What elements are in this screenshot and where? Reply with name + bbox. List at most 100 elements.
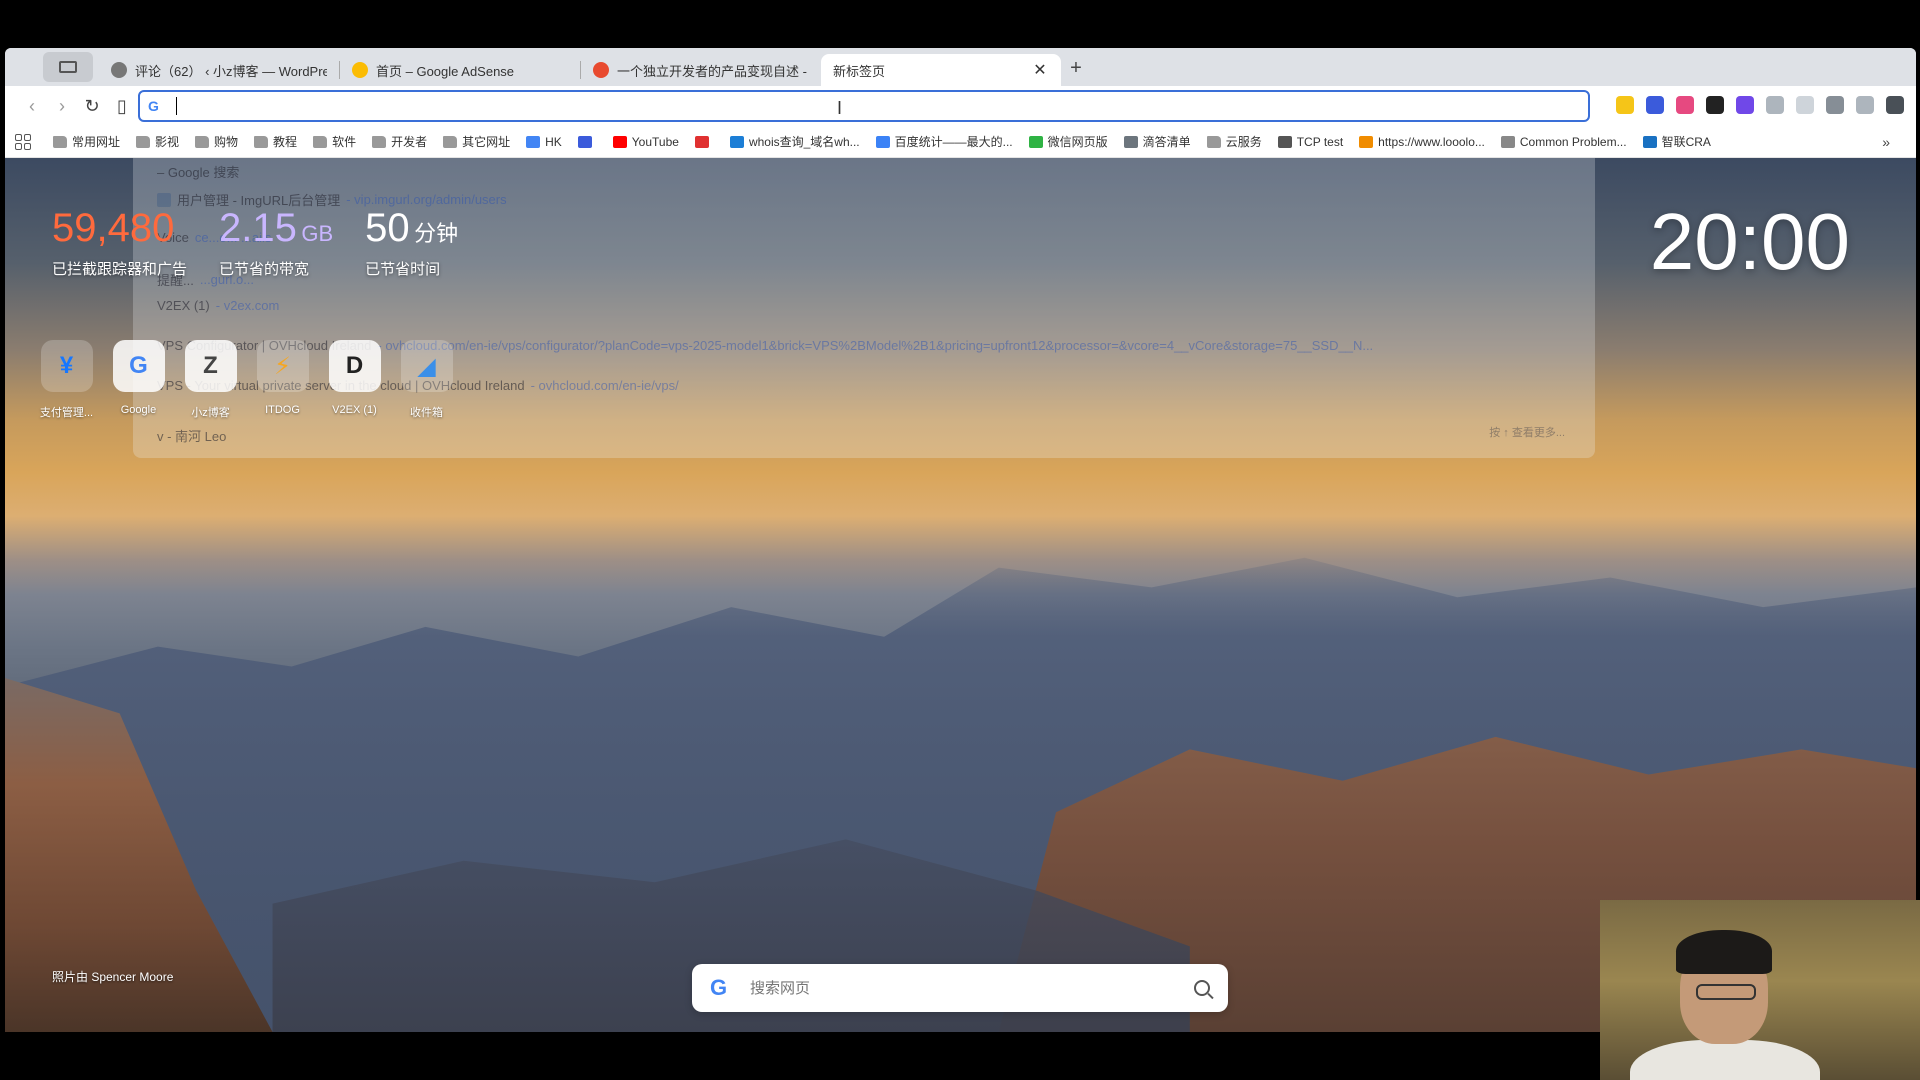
incognito-extension-icon[interactable] [1706,96,1724,114]
close-icon[interactable]: ✕ [1031,60,1049,80]
tab-title: 一个独立开发者的产品变现自述 - X [617,63,809,79]
star-sparkle-icon[interactable] [1856,96,1874,114]
shortcut-tiles: ¥ 支付管理... G Google Z 小z博客 ⚡ ITDOG D V2EX… [40,340,453,420]
v2ex-icon: D [328,340,381,392]
bookmark-item[interactable]: YouTube [612,133,679,150]
stat-label: 已拦截跟踪器和广告 [52,261,188,278]
bookmark-label: 软件 [332,135,357,149]
pdf-extension-icon[interactable] [1676,96,1694,114]
tab-strip: 评论（62） ‹ 小z博客 — WordPress 首页 – Google Ad… [5,48,1916,86]
sidebar-icon[interactable] [1826,96,1844,114]
bookmark-label: 教程 [273,135,298,149]
folder-icon [136,135,151,148]
google-icon: G [148,98,159,114]
bookmark-label: 其它网址 [462,135,511,149]
bookmark-item[interactable]: 教程 [254,133,297,150]
new-tab-button[interactable]: + [1061,57,1091,80]
bookmark-item[interactable] [694,133,714,150]
photo-credit[interactable]: 照片由 Spencer Moore [52,968,173,985]
bookmark-item[interactable]: 云服务 [1206,133,1262,150]
bookmark-label: 常用网址 [72,135,121,149]
bookmark-label: 微信网页版 [1047,135,1108,149]
shortcut-alipay[interactable]: ¥ 支付管理... [40,340,93,420]
bookmark-item[interactable]: whois查询_域名wh... [729,133,860,150]
search-box[interactable]: G [692,964,1228,1012]
wordpress-icon [111,62,127,78]
bookmarks-overflow-icon[interactable]: » [1882,134,1890,150]
tab-title: 首页 – Google AdSense [376,63,515,79]
apps-grid-icon[interactable] [15,133,31,150]
bookmark-item[interactable]: https://www.looolo... [1359,133,1485,150]
bookmark-item[interactable]: 百度统计——最大的... [875,133,1013,150]
clock: 20:00 [1649,197,1850,286]
stat-trackers-blocked: 59,480 已拦截跟踪器和广告 [52,208,187,279]
reload-button[interactable]: ↻ [77,96,107,117]
tab-x-post[interactable]: 一个独立开发者的产品变现自述 - X [581,54,821,86]
bookmark-button[interactable]: ▯ [107,96,137,117]
toolbar: ‹ › ↻ ▯ G [5,86,1916,126]
bookmark-item[interactable]: 智联CRA [1642,133,1711,150]
shortcut-itdog[interactable]: ⚡ ITDOG [256,340,309,420]
bookmark-item[interactable]: 常用网址 [53,133,120,150]
site-icon [593,62,609,78]
site-icon [1028,135,1043,148]
bookmark-item[interactable]: 购物 [195,133,238,150]
tab-search-icon[interactable] [1796,96,1814,114]
webcam-person-hair [1676,930,1772,974]
shortcut-google[interactable]: G Google [112,340,165,420]
suggestion-row[interactable]: 用户管理 - ImgURL后台管理 - vip.imgurl.org/admin/… [157,190,507,209]
webcam-person-body [1630,1040,1820,1080]
ai-extension-icon[interactable] [1736,96,1754,114]
stat-unit: GB [301,221,334,246]
z-blog-icon: Z [184,340,237,392]
shortcut-blog[interactable]: Z 小z博客 [184,340,237,420]
stat-time-saved: 50 分钟 已节省时间 [365,208,458,279]
bookmark-extension-icon[interactable] [1616,96,1634,114]
folder-icon [443,135,458,148]
shortcut-inbox[interactable]: ◢ 收件箱 [400,340,453,420]
tab-title: 新标签页 [833,63,886,79]
bookmark-label: 购物 [214,135,239,149]
bookmark-label: 开发者 [391,135,428,149]
puzzle-icon[interactable] [1766,96,1784,114]
suggestion-row[interactable]: V2EX (1) - v2ex.com [157,298,279,313]
forward-button[interactable]: › [47,96,77,117]
bookmark-label: HK [545,134,562,149]
folder-icon [254,135,269,148]
tab-adsense[interactable]: 首页 – Google AdSense [340,54,580,86]
tab-overview-button[interactable] [43,52,93,82]
stat-value: 50 [365,206,410,250]
tab-title: 评论（62） ‹ 小z博客 — WordPress [135,63,327,79]
suggestion-row[interactable]: v - 南河 Leo [157,426,232,445]
shortcut-label: V2EX (1) [332,404,377,416]
bookmark-item[interactable]: 开发者 [372,133,427,150]
bookmark-item[interactable]: 微信网页版 [1028,133,1108,150]
folder-icon [53,135,67,148]
address-bar[interactable]: G [138,90,1590,122]
bookmark-item[interactable]: Common Problem... [1500,133,1627,150]
extension-icons [1616,96,1904,114]
bookmark-item[interactable] [577,133,597,150]
tab-new-tab[interactable]: 新标签页 ✕ [821,54,1061,86]
back-button[interactable]: ‹ [17,96,47,117]
search-icon[interactable] [1194,980,1210,996]
menu-icon[interactable] [1886,96,1904,114]
folder-icon [1206,135,1221,148]
bookmark-item[interactable]: HK [526,133,562,150]
translate-extension-icon[interactable] [1646,96,1664,114]
search-input[interactable] [750,979,1194,997]
shortcut-label: ITDOG [265,404,300,416]
bookmark-item[interactable]: 影视 [136,133,179,150]
suggestion-row[interactable]: – Google 搜索 [157,162,245,181]
shortcut-label: Google [120,404,157,416]
site-icon [1500,135,1515,148]
bookmark-item[interactable]: 滴答清单 [1123,133,1191,150]
tab-wordpress[interactable]: 评论（62） ‹ 小z博客 — WordPress [99,54,339,86]
bookmark-item[interactable]: 软件 [313,133,356,150]
bookmark-label: 百度统计——最大的... [894,135,1013,149]
bookmark-item[interactable]: 其它网址 [443,133,510,150]
shortcut-v2ex[interactable]: D V2EX (1) [328,340,381,420]
site-icon [1359,135,1374,148]
bookmark-item[interactable]: TCP test [1277,133,1343,150]
site-icon [526,135,541,148]
